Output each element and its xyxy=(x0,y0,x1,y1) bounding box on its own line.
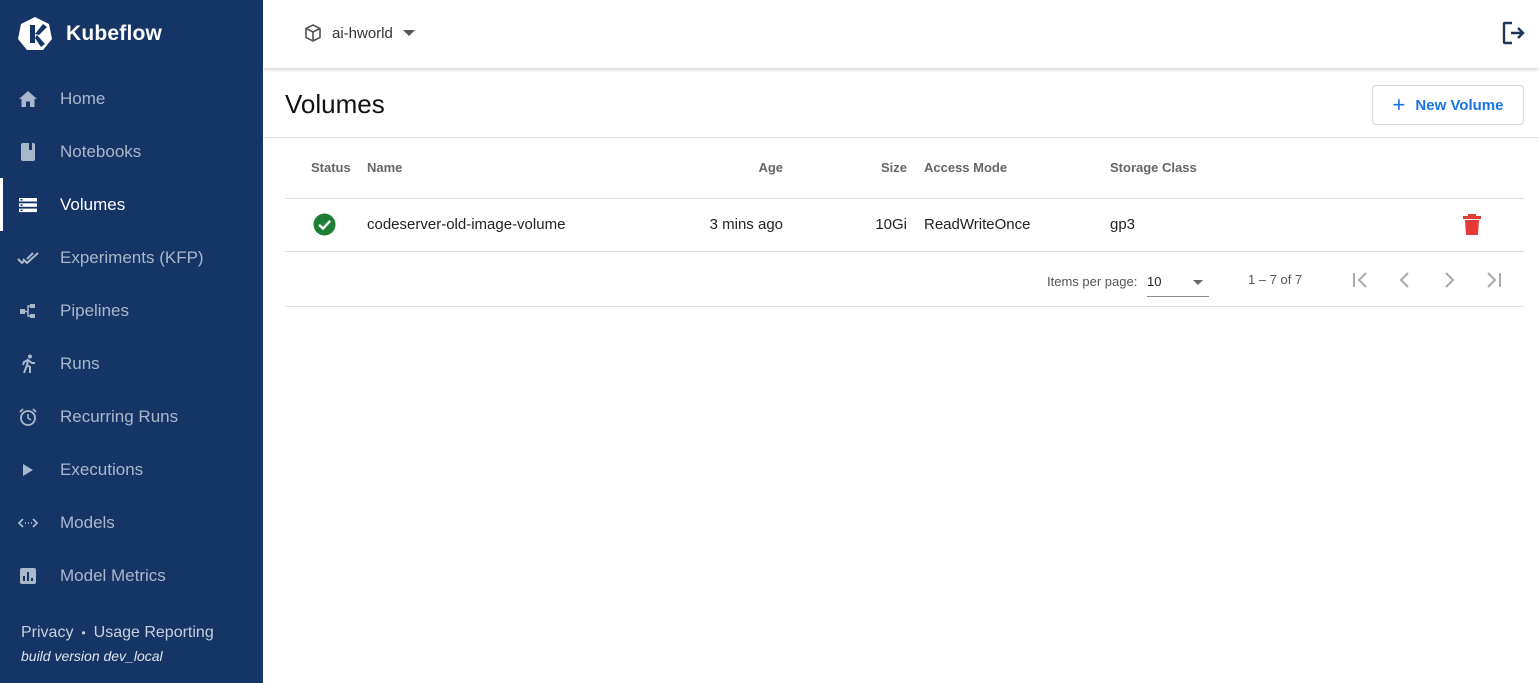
sidebar-item-label: Pipelines xyxy=(60,300,129,320)
usage-reporting-link[interactable]: Usage Reporting xyxy=(94,624,214,642)
divider xyxy=(285,198,1524,199)
alarm-icon xyxy=(17,406,39,428)
footer-links: Privacy • Usage Reporting xyxy=(21,624,214,642)
sidebar-item-notebooks[interactable]: Notebooks xyxy=(0,125,263,178)
page-range: 1 – 7 of 7 xyxy=(1248,272,1303,287)
brand[interactable]: Kubeflow xyxy=(16,14,162,54)
sidebar-item-models[interactable]: Models xyxy=(0,496,263,549)
divider xyxy=(285,306,1524,307)
column-header-age[interactable]: Age xyxy=(683,160,783,175)
notebook-icon xyxy=(17,141,39,163)
sidebar-item-executions[interactable]: Executions xyxy=(0,443,263,496)
sidebar-item-label: Experiments (KFP) xyxy=(60,247,204,267)
column-header-status[interactable]: Status xyxy=(311,160,351,175)
new-volume-button[interactable]: + New Volume xyxy=(1372,85,1524,125)
sidebar-item-runs[interactable]: Runs xyxy=(0,337,263,390)
code-arrows-icon xyxy=(17,512,39,534)
sidebar-item-label: Model Metrics xyxy=(60,565,166,585)
divider xyxy=(285,251,1524,252)
items-per-page-select[interactable]: 10 xyxy=(1147,268,1209,297)
brand-name: Kubeflow xyxy=(66,22,163,45)
sidebar-item-recurring-runs[interactable]: Recurring Runs xyxy=(0,390,263,443)
new-volume-label: New Volume xyxy=(1415,96,1504,114)
cell-storage-class: gp3 xyxy=(1110,216,1136,233)
sidebar: Kubeflow Home Notebooks Volumes Experime… xyxy=(0,0,263,683)
sidebar-item-label: Runs xyxy=(60,353,100,373)
play-icon xyxy=(17,459,39,481)
footer-separator: • xyxy=(81,626,86,640)
storage-icon xyxy=(17,194,39,216)
sidebar-item-label: Volumes xyxy=(60,194,126,214)
cell-access-mode: ReadWriteOnce xyxy=(924,216,1031,233)
bar-chart-icon xyxy=(17,565,39,587)
sidebar-item-label: Notebooks xyxy=(60,141,142,161)
column-header-name[interactable]: Name xyxy=(367,160,402,175)
sidebar-nav: Home Notebooks Volumes Experiments (KFP)… xyxy=(0,72,263,602)
cell-size: 10Gi xyxy=(875,216,907,233)
next-page-icon[interactable] xyxy=(1437,268,1461,292)
home-icon xyxy=(17,88,39,110)
cell-name: codeserver-old-image-volume xyxy=(367,216,566,233)
build-version: build version dev_local xyxy=(21,648,163,664)
namespace-label: ai-hworld xyxy=(332,24,393,42)
top-bar: ai-hworld xyxy=(263,0,1539,68)
done-all-icon xyxy=(17,247,39,269)
sidebar-item-experiments[interactable]: Experiments (KFP) xyxy=(0,231,263,284)
items-per-page-value: 10 xyxy=(1147,274,1162,289)
plus-icon: + xyxy=(1392,92,1406,117)
sidebar-item-label: Executions xyxy=(60,459,144,479)
namespace-selector[interactable]: ai-hworld xyxy=(304,20,415,46)
cell-age: 3 mins ago xyxy=(709,216,783,233)
caret-down-icon xyxy=(1193,280,1203,285)
column-header-storage-class[interactable]: Storage Class xyxy=(1110,160,1197,175)
privacy-link[interactable]: Privacy xyxy=(21,624,73,642)
items-per-page-label: Items per page: xyxy=(1047,274,1138,289)
sidebar-item-home[interactable]: Home xyxy=(0,72,263,125)
column-header-size[interactable]: Size xyxy=(827,160,907,175)
sidebar-footer: Privacy • Usage Reporting build version … xyxy=(21,624,214,664)
check-circle-icon xyxy=(313,213,336,236)
pipeline-icon xyxy=(17,300,39,322)
column-header-access-mode[interactable]: Access Mode xyxy=(924,160,1007,175)
kubeflow-logo-icon xyxy=(18,17,52,50)
sidebar-item-label: Home xyxy=(60,88,106,108)
sidebar-item-volumes[interactable]: Volumes xyxy=(0,178,263,231)
sidebar-item-model-metrics[interactable]: Model Metrics xyxy=(0,549,263,602)
logout-icon[interactable] xyxy=(1501,20,1527,46)
divider xyxy=(263,137,1539,138)
page-title: Volumes xyxy=(285,89,385,119)
previous-page-icon[interactable] xyxy=(1393,268,1417,292)
sidebar-item-label: Models xyxy=(60,512,115,532)
run-icon xyxy=(17,353,39,375)
first-page-icon[interactable] xyxy=(1349,268,1373,292)
caret-down-icon xyxy=(402,30,415,36)
cube-icon xyxy=(305,24,321,42)
sidebar-item-label: Recurring Runs xyxy=(60,406,179,426)
sidebar-item-pipelines[interactable]: Pipelines xyxy=(0,284,263,337)
delete-icon[interactable] xyxy=(1462,213,1482,236)
last-page-icon[interactable] xyxy=(1481,268,1505,292)
